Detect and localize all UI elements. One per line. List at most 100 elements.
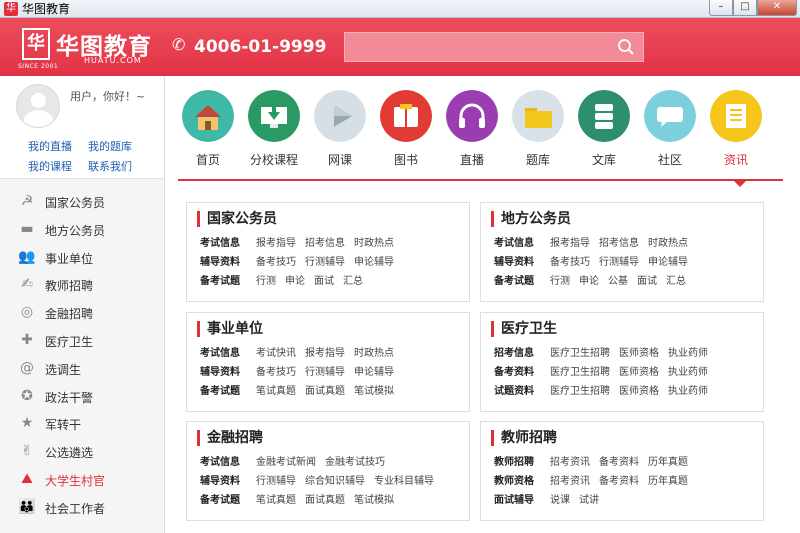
maximize-button[interactable]: □ <box>733 0 757 16</box>
row-link[interactable]: 笔试真题 <box>256 383 296 401</box>
row-link[interactable]: 时政热点 <box>354 235 394 253</box>
row-label[interactable]: 教师资格 <box>494 473 550 491</box>
sidebar-item[interactable]: 👥 事业单位 <box>0 244 164 272</box>
contact-us-link[interactable]: 联系我们 <box>88 158 132 174</box>
sidebar-item[interactable]: ▬ 地方公务员 <box>0 216 164 244</box>
row-link[interactable]: 行测辅导 <box>256 473 296 491</box>
row-label[interactable]: 备考试题 <box>200 383 256 401</box>
row-link[interactable]: 专业科目辅导 <box>374 473 434 491</box>
nav-item[interactable]: 题库 <box>505 86 571 176</box>
sidebar-item[interactable]: ✚ 医疗卫生 <box>0 327 164 355</box>
row-link[interactable]: 笔试模拟 <box>354 492 394 510</box>
row-link[interactable]: 面试 <box>637 273 657 291</box>
sidebar-item[interactable]: ★ 军转干 <box>0 410 164 438</box>
row-label[interactable]: 备考试题 <box>200 492 256 510</box>
row-link[interactable]: 执业药师 <box>668 383 708 401</box>
card-title[interactable]: 医疗卫生 <box>491 321 557 337</box>
row-link[interactable]: 备考技巧 <box>256 364 296 382</box>
row-link[interactable]: 申论辅导 <box>354 254 394 272</box>
chat-icon[interactable] <box>644 90 696 142</box>
row-link[interactable]: 面试真题 <box>305 492 345 510</box>
row-link[interactable]: 执业药师 <box>668 364 708 382</box>
row-label[interactable]: 备考试题 <box>494 273 550 291</box>
row-link[interactable]: 医疗卫生招聘 <box>550 383 610 401</box>
card-title[interactable]: 金融招聘 <box>197 430 263 446</box>
row-link[interactable]: 招考资讯 <box>550 473 590 491</box>
row-label[interactable]: 备考资料 <box>494 364 550 382</box>
row-link[interactable]: 报考指导 <box>305 345 345 363</box>
row-link[interactable]: 时政热点 <box>354 345 394 363</box>
row-link[interactable]: 汇总 <box>343 273 363 291</box>
row-label[interactable]: 考试信息 <box>200 345 256 363</box>
close-button[interactable]: ✕ <box>757 0 797 16</box>
my-question-bank-link[interactable]: 我的题库 <box>88 138 132 154</box>
row-link[interactable]: 申论辅导 <box>354 364 394 382</box>
headphones-icon[interactable] <box>446 90 498 142</box>
row-link[interactable]: 备考资料 <box>599 454 639 472</box>
row-label[interactable]: 招考信息 <box>494 345 550 363</box>
sidebar-item[interactable]: ✍ 教师招聘 <box>0 271 164 299</box>
nav-item[interactable]: 网课 <box>307 86 373 176</box>
row-link[interactable]: 公基 <box>608 273 628 291</box>
card-title[interactable]: 国家公务员 <box>197 211 277 227</box>
row-label[interactable]: 辅导资料 <box>200 254 256 272</box>
row-link[interactable]: 面试 <box>314 273 334 291</box>
sidebar-item[interactable]: ⛰ 大学生村官 <box>0 466 164 494</box>
nav-item[interactable]: 文库 <box>571 86 637 176</box>
sidebar-item[interactable]: @ 选调生 <box>0 355 164 383</box>
row-label[interactable]: 辅导资料 <box>200 473 256 491</box>
document-icon[interactable] <box>710 90 762 142</box>
row-link[interactable]: 备考资料 <box>599 473 639 491</box>
download-monitor-icon[interactable] <box>248 90 300 142</box>
logo-icon[interactable]: 华 <box>22 28 50 60</box>
card-title[interactable]: 教师招聘 <box>491 430 557 446</box>
nav-item[interactable]: 社区 <box>637 86 703 176</box>
row-link[interactable]: 执业药师 <box>668 345 708 363</box>
my-courses-link[interactable]: 我的课程 <box>28 158 72 174</box>
avatar[interactable] <box>16 84 60 128</box>
row-label[interactable]: 考试信息 <box>200 454 256 472</box>
row-link[interactable]: 医师资格 <box>619 383 659 401</box>
row-label[interactable]: 备考试题 <box>200 273 256 291</box>
row-link[interactable]: 金融考试技巧 <box>325 454 385 472</box>
row-link[interactable]: 招考信息 <box>599 235 639 253</box>
row-link[interactable]: 报考指导 <box>550 235 590 253</box>
row-link[interactable]: 备考技巧 <box>550 254 590 272</box>
row-link[interactable]: 医师资格 <box>619 364 659 382</box>
row-link[interactable]: 申论 <box>285 273 305 291</box>
row-label[interactable]: 教师招聘 <box>494 454 550 472</box>
sidebar-item[interactable]: 👪 社会工作者 <box>0 494 164 522</box>
row-link[interactable]: 试讲 <box>579 492 599 510</box>
row-label[interactable]: 考试信息 <box>200 235 256 253</box>
row-link[interactable]: 行测辅导 <box>305 254 345 272</box>
row-link[interactable]: 笔试真题 <box>256 492 296 510</box>
row-link[interactable]: 时政热点 <box>648 235 688 253</box>
row-label[interactable]: 辅导资料 <box>200 364 256 382</box>
row-label[interactable]: 考试信息 <box>494 235 550 253</box>
sidebar-item[interactable]: ✪ 政法干警 <box>0 383 164 411</box>
row-link[interactable]: 历年真题 <box>648 454 688 472</box>
row-label[interactable]: 面试辅导 <box>494 492 550 510</box>
folder-icon[interactable] <box>512 90 564 142</box>
row-label[interactable]: 辅导资料 <box>494 254 550 272</box>
row-link[interactable]: 考试快讯 <box>256 345 296 363</box>
nav-item[interactable]: 图书 <box>373 86 439 176</box>
row-link[interactable]: 招考信息 <box>305 235 345 253</box>
row-link[interactable]: 行测辅导 <box>599 254 639 272</box>
database-icon[interactable] <box>578 90 630 142</box>
row-link[interactable]: 报考指导 <box>256 235 296 253</box>
row-link[interactable]: 说课 <box>550 492 570 510</box>
row-link[interactable]: 历年真题 <box>648 473 688 491</box>
home-icon[interactable] <box>182 90 234 142</box>
play-icon[interactable] <box>314 90 366 142</box>
row-link[interactable]: 申论辅导 <box>648 254 688 272</box>
row-link[interactable]: 申论 <box>579 273 599 291</box>
search-input[interactable] <box>351 38 601 56</box>
row-label[interactable]: 试题资料 <box>494 383 550 401</box>
card-title[interactable]: 地方公务员 <box>491 211 571 227</box>
row-link[interactable]: 汇总 <box>666 273 686 291</box>
row-link[interactable]: 行测 <box>256 273 276 291</box>
nav-item[interactable]: 资讯 <box>703 86 769 176</box>
sidebar-item[interactable]: ☭ 国家公务员 <box>0 188 164 216</box>
row-link[interactable]: 金融考试新闻 <box>256 454 316 472</box>
